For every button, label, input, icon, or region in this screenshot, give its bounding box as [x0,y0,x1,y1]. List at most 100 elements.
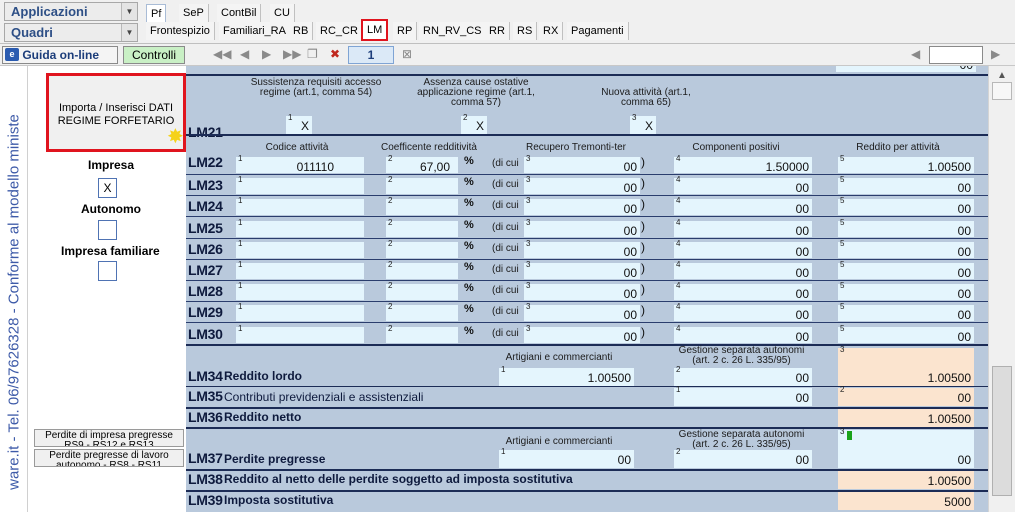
lm37-field-1[interactable]: 1 00 [499,447,634,468]
recupero-field[interactable]: 3 00 [524,302,640,322]
codice-attivita-field[interactable]: 1 [236,218,364,237]
coefficiente-field[interactable]: 2 67,00 [386,154,458,174]
coefficiente-field[interactable]: 2 [386,218,458,237]
impresa-familiare-checkbox[interactable] [98,261,117,281]
copy-page-icon[interactable]: ❐ [307,47,318,61]
tab-sep[interactable]: SeP [179,4,209,22]
recupero-field[interactable]: 3 00 [524,281,640,301]
lm34-field-1[interactable]: 1 1.00500 [499,365,634,386]
search-page-input[interactable] [929,46,983,64]
lm36-field-1[interactable]: 1.00500 [838,409,974,427]
lm37-field-2[interactable]: 2 00 [674,447,812,468]
componenti-field[interactable]: 4 00 [674,218,812,238]
componenti-field[interactable]: 4 00 [674,239,812,259]
tab-familiari-ra[interactable]: Familiari_RA [219,22,291,40]
tab-rp[interactable]: RP [393,22,418,40]
applicazioni-dropdown[interactable]: Applicazioni ▼ [4,2,138,21]
recupero-field[interactable]: 3 00 [524,218,640,238]
codice-attivita-field[interactable]: 1 [236,324,364,343]
coefficiente-field[interactable]: 2 [386,196,458,215]
recupero-field[interactable]: 3 00 [524,196,640,216]
coefficiente-field[interactable]: 2 [386,239,458,258]
recupero-field[interactable]: 3 00 [524,239,640,259]
tab-contbil[interactable]: ContBil [217,4,262,22]
tab-rs[interactable]: RS [513,22,538,40]
lm21-field-1[interactable]: 1X [286,113,312,134]
tab-cu[interactable]: CU [270,4,295,22]
componenti-field[interactable]: 4 00 [674,196,812,216]
reddito-field[interactable]: 5 00 [838,239,974,259]
componenti-field[interactable]: 4 1.50000 [674,154,812,174]
reddito-field[interactable]: 5 00 [838,324,974,344]
codice-attivita-field[interactable]: 1 [236,196,364,215]
reddito-field[interactable]: 5 00 [838,281,974,301]
recupero-field[interactable]: 3 00 [524,260,640,280]
codice-attivita-field[interactable]: 1 [236,281,364,300]
recupero-field[interactable]: 3 00 [524,324,640,344]
reddito-field[interactable]: 5 00 [838,175,974,195]
tab-rb[interactable]: RB [289,22,314,40]
tab-lm[interactable]: LM [361,19,389,41]
scroll-thumb[interactable] [992,366,1012,496]
componenti-field[interactable]: 4 00 [674,175,812,195]
reddito-field[interactable]: 5 00 [838,260,974,280]
codice-attivita-field[interactable]: 1 [236,260,364,279]
lm39-field-1[interactable]: 5000 [838,492,974,510]
codice-attivita-field[interactable]: 1 [236,239,364,258]
reddito-field[interactable]: 5 00 [838,218,974,238]
tab-pagamenti[interactable]: Pagamenti [567,22,629,40]
reddito-field[interactable]: 5 1.00500 [838,154,974,174]
tab-rc-cr[interactable]: RC_CR [316,22,363,40]
lm35-field-1[interactable]: 1 00 [674,385,812,406]
delete-page-icon[interactable]: ✖ [330,47,340,61]
codice-attivita-field[interactable]: 1 [236,302,364,321]
vertical-scrollbar[interactable]: ▲ [988,66,1015,512]
lm34-field-3[interactable]: 3 1.00500 [838,345,974,386]
scroll-up-icon[interactable]: ▲ [997,70,1007,81]
scroll-left-icon[interactable]: ◀ [911,47,920,61]
tab-rr[interactable]: RR [485,22,510,40]
lm34-field-2[interactable]: 2 00 [674,365,812,386]
lm38-field-1[interactable]: 1.00500 [838,471,974,489]
impresa-checkbox[interactable]: X [98,178,117,198]
coefficiente-field[interactable]: 2 [386,281,458,300]
tab-frontespizio[interactable]: Frontespizio [146,22,215,40]
quadri-dropdown[interactable]: Quadri ▼ [4,23,138,42]
coefficiente-field[interactable]: 2 [386,302,458,321]
autonomo-checkbox[interactable] [98,220,117,240]
scroll-right-icon[interactable]: ▶ [991,47,1000,61]
tab-rx[interactable]: RX [539,22,564,40]
coefficiente-field[interactable]: 2 [386,260,458,279]
first-page-icon[interactable]: ◀◀ [213,47,231,61]
chevron-down-icon[interactable]: ▼ [121,3,137,20]
chevron-down-icon[interactable]: ▼ [121,24,137,41]
perdite-impresa-button[interactable]: Perdite di impresa pregresse RS9 - RS12 … [34,429,184,447]
recupero-field[interactable]: 3 00 [524,154,640,174]
coefficiente-field[interactable]: 2 [386,324,458,343]
previous-page-icon[interactable]: ◀ [240,47,249,61]
lm21-field-3[interactable]: 3X [630,113,656,134]
next-page-icon[interactable]: ▶ [262,47,271,61]
reddito-field[interactable]: 5 00 [838,302,974,322]
controlli-button[interactable]: Controlli [123,46,185,64]
coefficiente-field[interactable]: 2 [386,175,458,194]
lm35-field-2[interactable]: 2 00 [838,385,974,406]
page-number-field[interactable]: 1 [348,46,394,64]
reddito-field[interactable]: 5 00 [838,196,974,216]
lm37-field-3[interactable]: 3 00 [838,427,974,468]
lm21-field-2[interactable]: 2X [461,113,487,134]
top-partial-field[interactable]: 00 [836,66,976,72]
last-page-icon[interactable]: ▶▶ [283,47,301,61]
tab-pf[interactable]: Pf [146,4,167,22]
componenti-field[interactable]: 4 00 [674,281,812,301]
componenti-field[interactable]: 4 00 [674,260,812,280]
perdite-lavoro-button[interactable]: Perdite pregresse di lavoro autonomo - R… [34,449,184,467]
codice-attivita-field[interactable]: 1 011110 [236,154,364,174]
componenti-field[interactable]: 4 00 [674,324,812,344]
close-page-icon[interactable]: ⊠ [402,47,412,61]
componenti-field[interactable]: 4 00 [674,302,812,322]
tab-rn-rv-cs[interactable]: RN_RV_CS [419,22,487,40]
guida-online-button[interactable]: e Guida on-line [2,46,118,64]
recupero-field[interactable]: 3 00 [524,175,640,195]
codice-attivita-field[interactable]: 1 [236,175,364,194]
